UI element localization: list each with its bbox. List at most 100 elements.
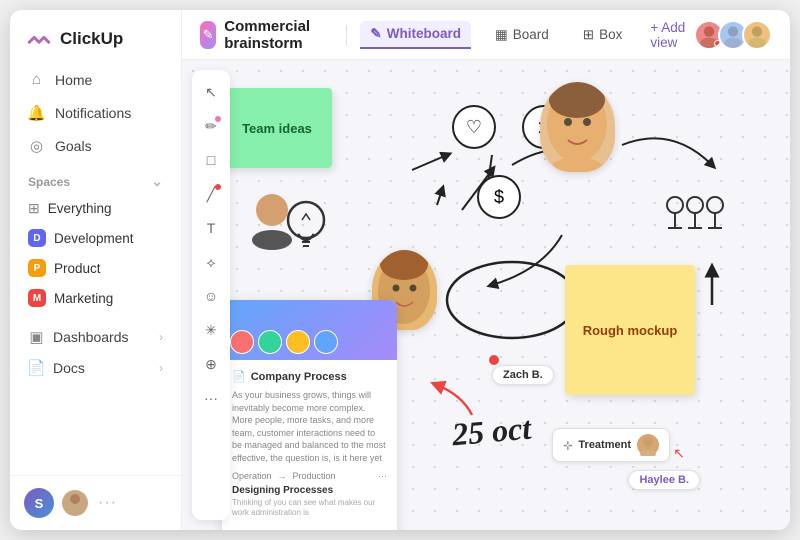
text-tool[interactable]: T — [197, 214, 225, 242]
date-text-content: 25 oct — [451, 410, 533, 453]
cursor-tool[interactable]: ↖ — [197, 78, 225, 106]
canvas-area[interactable]: ↖ ✏ □ ╱ T ⟡ ☺ ✳ ⊕ ··· Team ideas — [182, 60, 790, 530]
doc-row-arrow: → — [278, 471, 287, 481]
development-dot: D — [28, 229, 46, 247]
sidebar-logo-text: ClickUp — [60, 29, 123, 49]
whiteboard-label: Whiteboard — [387, 26, 461, 41]
sidebar-footer: S ··· — [10, 475, 181, 530]
doc-card-body: 📄 Company Process As your business grows… — [222, 360, 397, 528]
development-label: Development — [54, 231, 134, 246]
pencil-tool-dot — [215, 116, 221, 122]
spaces-collapse-icon[interactable]: ⌄ — [151, 173, 163, 190]
marketing-label: Marketing — [54, 291, 113, 306]
doc-icon: 📄 — [232, 370, 246, 383]
topbar-title-group: ✎ Commercial brainstorm — [200, 18, 322, 52]
move-icon: ⊹ — [563, 439, 572, 452]
doc-row-label: Operation — [232, 471, 272, 481]
add-view-button[interactable]: + Add view — [650, 20, 686, 50]
tab-whiteboard[interactable]: ✎ Whiteboard — [360, 21, 471, 49]
heart-node: ♡ — [452, 105, 496, 149]
board-label: Board — [513, 27, 549, 42]
zach-label-text: Zach B. — [503, 369, 543, 381]
page-icon: ✎ — [203, 27, 214, 43]
product-dot: P — [28, 259, 46, 277]
line-tool[interactable]: ╱ — [197, 180, 225, 208]
topbar: ✎ Commercial brainstorm ✎ Whiteboard ▦ B… — [182, 10, 790, 60]
sticker-tool[interactable]: ☺ — [197, 282, 225, 310]
bell-icon: 🔔 — [28, 104, 45, 121]
cursor-icon: ↖ — [673, 445, 685, 462]
document-card[interactable]: 📄 Company Process As your business grows… — [222, 300, 397, 530]
topbar-avatars — [700, 20, 772, 50]
line-tool-dot — [215, 184, 221, 190]
doc-card-people — [230, 330, 338, 354]
tab-box[interactable]: ⊞ Box — [573, 22, 633, 48]
sticky-note-yellow[interactable]: Rough mockup — [565, 265, 695, 395]
doc-person-1 — [230, 330, 254, 354]
people-group-area — [660, 190, 730, 245]
sidebar-item-development[interactable]: D Development — [18, 223, 173, 253]
sparkle-tool[interactable]: ✳ — [197, 316, 225, 344]
doc-card-title: 📄 Company Process — [232, 370, 387, 383]
doc-card-footer: 22 Sept, 2021 12:57PM Luke i — [222, 528, 397, 530]
user-avatar[interactable]: S — [24, 488, 54, 518]
doc-row-more[interactable]: ··· — [378, 471, 387, 481]
doc-person-4 — [314, 330, 338, 354]
sidebar-item-marketing[interactable]: M Marketing — [18, 283, 173, 313]
dashboards-icon: ▣ — [28, 328, 45, 345]
clickup-logo-icon — [26, 26, 52, 52]
page-title: Commercial brainstorm — [224, 18, 322, 52]
everything-label: Everything — [48, 201, 112, 216]
product-label: Product — [54, 261, 101, 276]
sidebar-item-product[interactable]: P Product — [18, 253, 173, 283]
haylee-label-text: Haylee B. — [639, 474, 689, 486]
sidebar-item-everything[interactable]: ⊞ Everything — [18, 194, 173, 223]
box-label: Box — [599, 27, 622, 42]
lasso-tool[interactable]: ⟡ — [197, 248, 225, 276]
sticky-note-green[interactable]: Team ideas — [222, 88, 332, 168]
topbar-avatar-3 — [742, 20, 772, 50]
face-avatar-top-right — [540, 82, 615, 172]
docs-label: Docs — [53, 360, 85, 376]
board-icon: ▦ — [495, 27, 508, 43]
user-silhouette-icon — [63, 491, 87, 515]
sticky-green-text: Team ideas — [242, 121, 312, 136]
globe-tool[interactable]: ⊕ — [197, 350, 225, 378]
sidebar-nav: ⌂ Home 🔔 Notifications ◎ Goals — [10, 64, 181, 161]
spaces-label: Spaces — [28, 175, 70, 189]
sidebar-item-dashboards[interactable]: ▣ Dashboards › — [18, 321, 173, 352]
dashboards-chevron-icon: › — [159, 330, 163, 344]
dashboards-label: Dashboards — [53, 329, 129, 345]
zach-label: Zach B. — [492, 365, 554, 385]
more-options-icon[interactable]: ··· — [98, 494, 117, 512]
sidebar-item-notifications[interactable]: 🔔 Notifications — [18, 97, 173, 128]
sidebar-item-home[interactable]: ⌂ Home — [18, 64, 173, 95]
date-text: 25 oct — [451, 410, 533, 454]
doc-row-value: Production — [293, 471, 336, 481]
app-window: ClickUp ⌂ Home 🔔 Notifications ◎ Goals S… — [10, 10, 790, 530]
treatment-avatar — [637, 434, 659, 456]
box-icon: ⊞ — [583, 27, 594, 43]
doc-card-body-text: As your business grows, things will inev… — [232, 389, 387, 465]
doc-title-text: Company Process — [251, 371, 347, 383]
sidebar-item-goals[interactable]: ◎ Goals — [18, 130, 173, 161]
treatment-label[interactable]: ⊹ Treatment — [552, 428, 670, 462]
sidebar-item-docs[interactable]: 📄 Docs › — [18, 352, 173, 383]
sidebar-logo[interactable]: ClickUp — [10, 10, 181, 64]
tab-board[interactable]: ▦ Board — [485, 22, 559, 48]
everything-grid-icon: ⊞ — [28, 200, 40, 217]
pencil-tool[interactable]: ✏ — [197, 112, 225, 140]
notifications-label: Notifications — [55, 105, 131, 121]
dollar-node: $ — [477, 175, 521, 219]
topbar-divider — [346, 25, 347, 45]
treatment-label-text: Treatment — [578, 439, 631, 451]
sticky-yellow-text: Rough mockup — [583, 323, 678, 338]
more-tools[interactable]: ··· — [197, 384, 225, 412]
doc-card-row: Operation → Production ··· — [232, 471, 387, 481]
docs-chevron-icon: › — [159, 361, 163, 375]
marketing-dot: M — [28, 289, 46, 307]
user-initial: S — [35, 496, 44, 511]
shape-tool[interactable]: □ — [197, 146, 225, 174]
user-photo — [62, 490, 88, 516]
spaces-section-label: Spaces ⌄ — [10, 161, 181, 194]
